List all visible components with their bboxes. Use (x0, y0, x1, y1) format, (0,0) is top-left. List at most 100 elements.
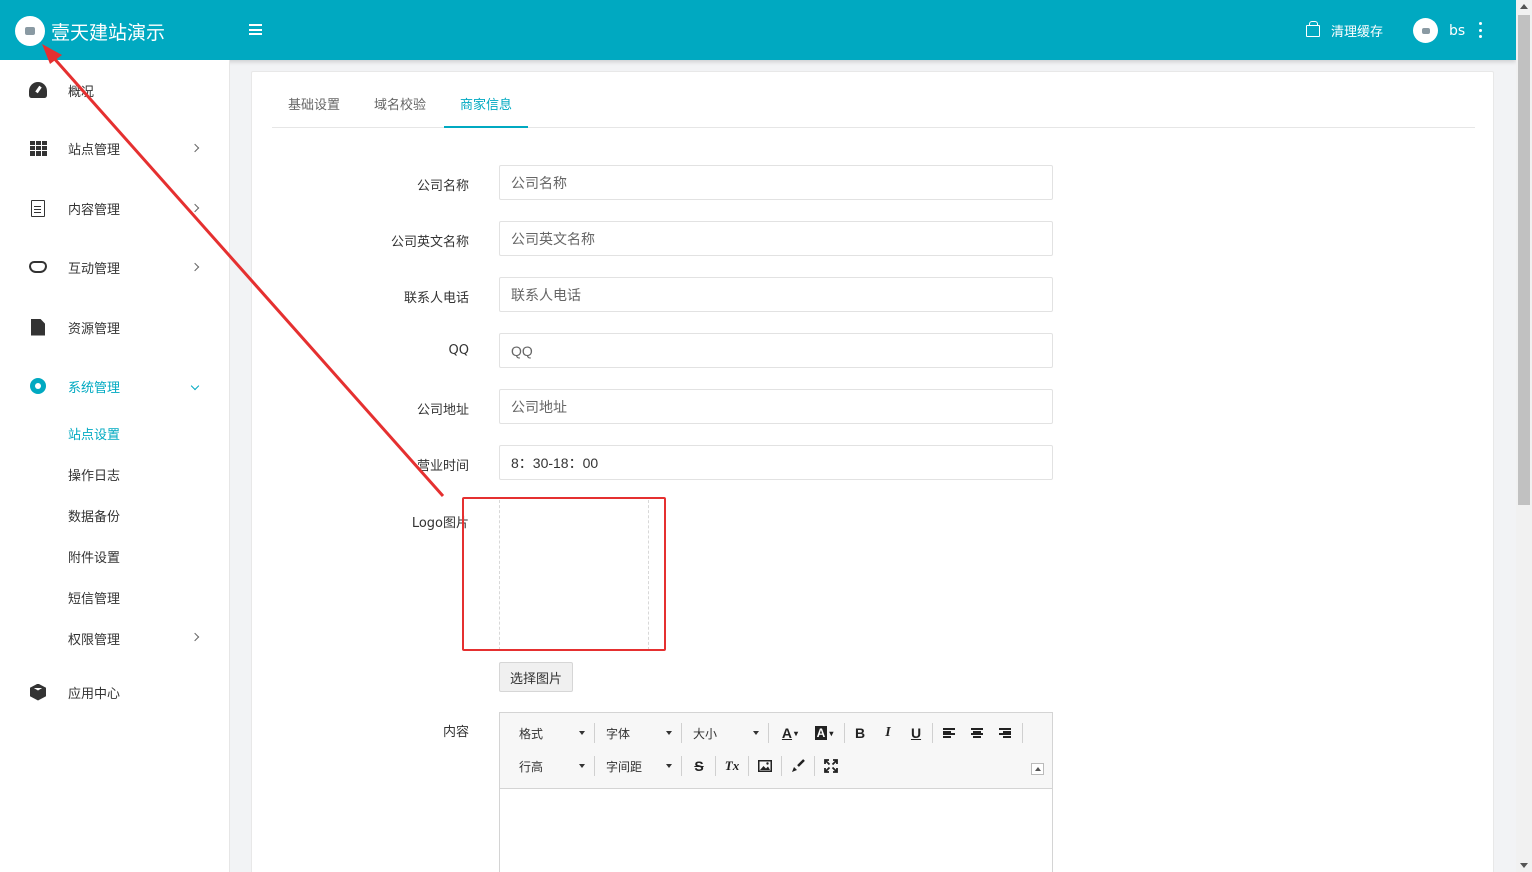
chevron-down-icon (190, 381, 200, 391)
chevron-right-icon (190, 632, 200, 642)
collapse-toolbar-icon[interactable] (1031, 763, 1044, 775)
sidebar-item-content-management[interactable]: 内容管理 (0, 188, 230, 228)
contact-phone-input[interactable] (499, 277, 1053, 312)
tab-basic-settings[interactable]: 基础设置 (288, 90, 340, 128)
toolbar-divider (781, 756, 782, 776)
letter-spacing-dropdown[interactable]: 字间距 (606, 755, 672, 777)
font-family-dropdown-label: 字体 (606, 726, 631, 741)
line-height-dropdown[interactable]: 行高 (519, 755, 585, 777)
business-hours-label: 营业时间 (416, 459, 469, 474)
dashboard-gauge-icon (29, 81, 47, 99)
toolbar-divider (932, 723, 933, 743)
sidebar-item-label: 应用中心 (68, 686, 121, 702)
sidebar-subitem-sms-management[interactable]: 短信管理 (68, 588, 120, 607)
file-icon (29, 318, 47, 336)
business-hours-input[interactable] (499, 445, 1053, 480)
brand-name: 壹天建站演示 (51, 21, 166, 44)
letter-spacing-dropdown-label: 字间距 (606, 759, 643, 774)
sidebar-item-label: 互动管理 (68, 261, 121, 277)
chevron-right-icon (190, 262, 200, 272)
sidebar-item-overview[interactable]: 概况 (0, 70, 230, 110)
toolbar-divider (844, 723, 845, 743)
tab-merchant-info[interactable]: 商家信息 (444, 90, 528, 128)
format-dropdown[interactable]: 格式 (519, 722, 585, 744)
qq-label: QQ (448, 343, 469, 358)
underline-icon[interactable]: U (905, 722, 927, 744)
insert-image-icon[interactable] (754, 755, 776, 777)
font-color-icon[interactable]: A ▾ (776, 722, 804, 744)
toolbar-divider (681, 723, 682, 743)
align-center-icon[interactable] (966, 722, 988, 744)
font-family-dropdown[interactable]: 字体 (606, 722, 672, 744)
user-menu[interactable]: bs (1413, 18, 1465, 43)
company-english-name-label: 公司英文名称 (390, 235, 469, 250)
sidebar-item-label: 概况 (68, 84, 95, 100)
strikethrough-icon[interactable]: S (688, 755, 710, 777)
tab-bar: 基础设置 域名校验 商家信息 (272, 90, 1475, 128)
toolbar-divider (594, 756, 595, 776)
sidebar-subitem-attachment-settings[interactable]: 附件设置 (68, 547, 120, 566)
logo-preview-area[interactable] (499, 500, 649, 650)
sidebar-item-label: 资源管理 (68, 321, 121, 337)
clear-cache-button[interactable]: 清理缓存 (1306, 20, 1383, 40)
tab-domain-verification[interactable]: 域名校验 (374, 90, 426, 128)
qq-input[interactable] (499, 333, 1053, 368)
sidebar-subitem-data-backup[interactable]: 数据备份 (68, 506, 120, 525)
format-painter-icon[interactable] (787, 755, 809, 777)
toolbar-divider (594, 723, 595, 743)
scroll-up-icon[interactable] (1520, 4, 1528, 9)
sidebar-item-interaction-management[interactable]: 互动管理 (0, 247, 230, 287)
contact-phone-label: 联系人电话 (403, 291, 469, 306)
brand-logo-icon (15, 16, 45, 46)
basket-icon (1306, 20, 1320, 37)
sidebar-item-site-management[interactable]: 站点管理 (0, 128, 230, 168)
sidebar-item-system-management[interactable]: 系统管理 (0, 366, 230, 406)
editor-content-area[interactable] (500, 789, 1052, 872)
select-image-button[interactable]: 选择图片 (499, 662, 573, 692)
font-size-dropdown-label: 大小 (693, 726, 718, 741)
sidebar-subitem-site-settings[interactable]: 站点设置 (68, 424, 120, 443)
company-name-input[interactable] (499, 165, 1053, 200)
align-right-icon[interactable] (994, 722, 1016, 744)
format-dropdown-label: 格式 (519, 726, 544, 741)
cube-icon (29, 683, 47, 701)
gear-icon (29, 377, 47, 395)
toolbar-divider (748, 756, 749, 776)
fullscreen-icon[interactable] (820, 755, 842, 777)
background-color-icon[interactable]: A ▾ (810, 722, 838, 744)
company-english-name-input[interactable] (499, 221, 1053, 256)
top-header: 壹天建站演示 清理缓存 bs (0, 0, 1516, 60)
more-vertical-icon[interactable] (1479, 22, 1483, 38)
toolbar-divider (768, 723, 769, 743)
sidebar-subitem-permission-management[interactable]: 权限管理 (68, 629, 120, 648)
chevron-right-icon (190, 203, 200, 213)
sidebar-item-label: 站点管理 (68, 142, 121, 158)
document-icon (29, 199, 47, 217)
align-left-icon[interactable] (938, 722, 960, 744)
sidebar-item-app-center[interactable]: 应用中心 (0, 672, 230, 712)
avatar (1413, 18, 1438, 43)
toolbar-divider (1022, 723, 1023, 743)
username: bs (1449, 22, 1466, 39)
toolbar-divider (715, 756, 716, 776)
sidebar-item-label: 系统管理 (68, 380, 121, 396)
grid-icon (29, 139, 47, 157)
scroll-thumb[interactable] (1518, 15, 1530, 505)
bold-icon[interactable]: B (849, 722, 871, 744)
line-height-dropdown-label: 行高 (519, 759, 544, 774)
main-panel: 基础设置 域名校验 商家信息 公司名称 公司英文名称 联系人电话 QQ 公司地址… (251, 71, 1494, 872)
sidebar: 概况 站点管理 内容管理 互动管理 资源管理 系统管理 站点设置 操作日志 数据… (0, 60, 230, 872)
content-label: 内容 (442, 725, 469, 740)
brand[interactable]: 壹天建站演示 (15, 16, 165, 46)
logo-image-label: Logo图片 (411, 516, 469, 531)
hamburger-menu-icon[interactable] (249, 24, 262, 35)
sidebar-subitem-operation-log[interactable]: 操作日志 (68, 465, 120, 484)
clear-format-icon[interactable]: Tx (721, 755, 743, 777)
italic-icon[interactable]: I (877, 722, 899, 744)
sidebar-item-resource-management[interactable]: 资源管理 (0, 307, 230, 347)
company-address-input[interactable] (499, 389, 1053, 424)
handshake-icon (29, 258, 47, 276)
scroll-down-icon[interactable] (1520, 863, 1528, 868)
page-scrollbar[interactable] (1516, 0, 1532, 872)
font-size-dropdown[interactable]: 大小 (693, 722, 759, 744)
